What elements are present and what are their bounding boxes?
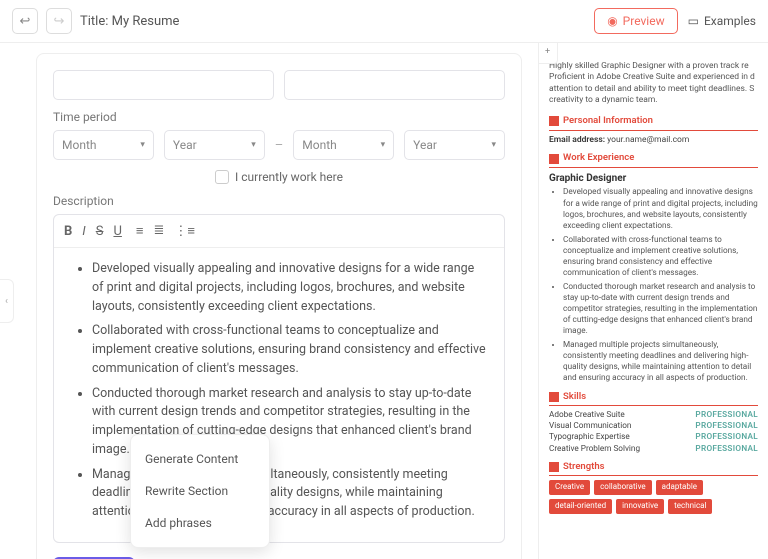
rich-text-editor: B I S U ≡ ≣ ⋮≡ Developed vis — [53, 214, 505, 543]
time-period-label: Time period — [53, 110, 505, 124]
examples-button[interactable]: ▭ Examples — [688, 14, 756, 28]
bold-button[interactable]: B — [64, 224, 72, 239]
forward-button[interactable]: ↪ — [46, 8, 72, 34]
job-title-input[interactable] — [53, 70, 274, 100]
back-button[interactable]: ↩ — [12, 8, 38, 34]
rte-toolbar: B I S U ≡ ≣ ⋮≡ — [54, 215, 504, 248]
preview-bullet: Conducted thorough market research and a… — [563, 282, 758, 337]
chip: technical — [668, 499, 712, 514]
start-month-select[interactable]: Month▾ — [53, 130, 154, 160]
description-label: Description — [53, 194, 505, 208]
editor-pane: ‹ Time period Month▾ Year▾ – Month▾ Year… — [0, 43, 538, 559]
rte-body[interactable]: Developed visually appealing and innovat… — [54, 248, 504, 542]
bullet-item: Collaborated with cross-functional teams… — [92, 322, 488, 378]
add-tab-button[interactable]: + — [538, 43, 558, 64]
preview-bullet: Collaborated with cross-functional teams… — [563, 235, 758, 279]
work-experience-card: Time period Month▾ Year▾ – Month▾ Year▾ … — [36, 53, 522, 559]
strength-chips: Creative collaborative adaptable detail-… — [549, 480, 758, 514]
chip: Creative — [549, 480, 590, 495]
square-icon — [549, 116, 559, 126]
date-range-dash: – — [275, 138, 284, 153]
chip: adaptable — [656, 480, 703, 495]
company-input[interactable] — [284, 70, 505, 100]
indent-button[interactable]: ⋮≡ — [174, 223, 195, 239]
add-phrases-option[interactable]: Add phrases — [131, 507, 269, 539]
resume-preview: + Highly skilled Graphic Designer with a… — [538, 43, 768, 559]
chip: innovative — [616, 499, 664, 514]
square-icon — [549, 154, 559, 164]
preview-job-title: Graphic Designer — [549, 172, 758, 186]
preview-label: Preview — [623, 14, 665, 28]
end-year-select[interactable]: Year▾ — [404, 130, 505, 160]
preview-bullet: Developed visually appealing and innovat… — [563, 187, 758, 231]
bullet-item: Developed visually appealing and innovat… — [92, 260, 488, 316]
chip: detail-oriented — [549, 499, 612, 514]
preview-summary: Highly skilled Graphic Designer with a p… — [549, 61, 758, 107]
document-title: Title: My Resume — [80, 14, 179, 29]
eye-icon: ◉ — [607, 14, 617, 28]
preview-heading-strengths: Strengths — [549, 461, 758, 477]
email-value: your.name@mail.com — [607, 135, 689, 145]
strike-button[interactable]: S — [96, 224, 104, 239]
collapse-left-tab[interactable]: ‹ — [0, 279, 14, 323]
email-label: Email address: — [549, 135, 605, 145]
preview-heading-personal: Personal Information — [549, 115, 758, 131]
currently-work-checkbox[interactable] — [215, 170, 229, 184]
examples-label: Examples — [704, 14, 756, 28]
list-button[interactable]: ≡ — [136, 223, 144, 239]
preview-button[interactable]: ◉ Preview — [594, 8, 677, 34]
preview-heading-work: Work Experience — [549, 152, 758, 168]
ordered-list-button[interactable]: ≣ — [153, 223, 164, 239]
square-icon — [549, 392, 559, 402]
chip: collaborative — [594, 480, 652, 495]
ai-writer-menu: Generate Content Rewrite Section Add phr… — [130, 434, 270, 548]
start-year-select[interactable]: Year▾ — [164, 130, 265, 160]
book-icon: ▭ — [688, 14, 699, 28]
generate-content-option[interactable]: Generate Content — [131, 443, 269, 475]
underline-button[interactable]: U — [113, 224, 121, 239]
preview-heading-skills: Skills — [549, 391, 758, 407]
italic-button[interactable]: I — [82, 224, 85, 239]
end-month-select[interactable]: Month▾ — [293, 130, 394, 160]
topbar: ↩ ↪ Title: My Resume ◉ Preview ▭ Example… — [0, 0, 768, 43]
preview-bullet: Managed multiple projects simultaneously… — [563, 340, 758, 384]
square-icon — [549, 462, 559, 472]
rewrite-section-option[interactable]: Rewrite Section — [131, 475, 269, 507]
currently-work-label: I currently work here — [235, 170, 343, 184]
